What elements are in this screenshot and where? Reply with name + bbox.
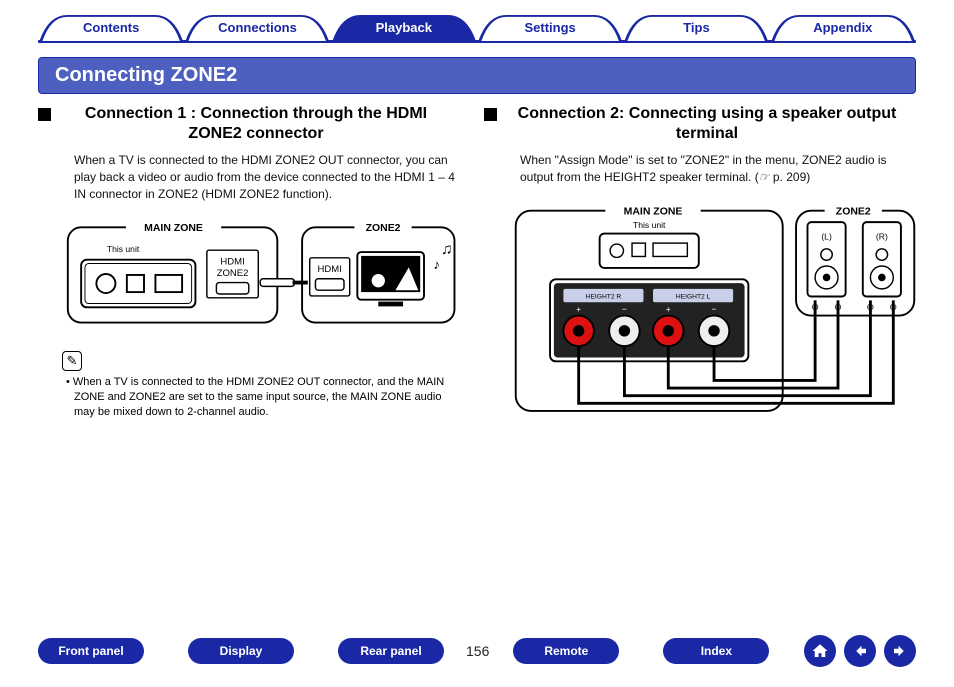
connection-1-note: When a TV is connected to the HDMI ZONE2…	[46, 373, 474, 420]
arrow-right-icon[interactable]	[884, 635, 916, 667]
svg-text:HDMI: HDMI	[318, 264, 342, 275]
tab-tips[interactable]: Tips	[623, 14, 769, 41]
tab-label: Appendix	[813, 20, 872, 35]
connection-2-body: When "Assign Mode" is set to "ZONE2" in …	[484, 152, 930, 187]
index-button[interactable]: Index	[663, 638, 769, 664]
connection-1-body: When a TV is connected to the HDMI ZONE2…	[38, 152, 474, 202]
svg-text:(R): (R)	[876, 231, 888, 241]
tab-settings[interactable]: Settings	[477, 14, 623, 41]
section-title: Connecting ZONE2	[38, 57, 916, 94]
tab-playback[interactable]: Playback	[331, 14, 477, 41]
svg-text:−: −	[622, 303, 627, 313]
main-zone-label: MAIN ZONE	[144, 224, 203, 235]
tab-connections[interactable]: Connections	[184, 14, 330, 41]
connection-1-heading: Connection 1 : Connection through the HD…	[38, 104, 474, 144]
bottom-nav: Front panel Display Rear panel 156 Remot…	[38, 635, 916, 667]
arrow-left-icon[interactable]	[844, 635, 876, 667]
svg-text:+: +	[576, 303, 581, 313]
zone2-label-2: ZONE2	[836, 206, 871, 217]
diagram-connection-1: MAIN ZONE ZONE2 This unit HDMI ZONE2	[64, 212, 464, 341]
column-connection-1: Connection 1 : Connection through the HD…	[38, 104, 474, 422]
top-nav: Contents Connections Playback Settings T…	[38, 14, 916, 41]
svg-text:♫: ♫	[441, 241, 452, 258]
page-ref-link[interactable]: p. 209	[773, 170, 806, 184]
remote-button[interactable]: Remote	[513, 638, 619, 664]
tab-label: Tips	[683, 20, 710, 35]
svg-text:(L): (L)	[821, 231, 832, 241]
this-unit-label-2: This unit	[633, 219, 666, 229]
rear-panel-button[interactable]: Rear panel	[338, 638, 444, 664]
svg-text:HDMI: HDMI	[220, 257, 244, 268]
pencil-icon: ✎	[62, 351, 82, 371]
display-button[interactable]: Display	[188, 638, 294, 664]
svg-text:HEIGHT2 L: HEIGHT2 L	[676, 293, 711, 300]
page-ref-icon: ☞	[759, 171, 770, 185]
connection-2-body-suffix: )	[806, 170, 810, 184]
connection-2-heading: Connection 2: Connecting using a speaker…	[484, 104, 930, 144]
svg-text:HEIGHT2 R: HEIGHT2 R	[586, 293, 622, 300]
page-number: 156	[466, 643, 489, 659]
tab-contents[interactable]: Contents	[38, 14, 184, 41]
this-unit-label: This unit	[107, 244, 140, 254]
svg-text:ZONE2: ZONE2	[217, 268, 249, 279]
diagram-connection-2: MAIN ZONE ZONE2 This unit HEIGHT2 R HEIG…	[510, 197, 920, 422]
speaker-right: (R) ⊖ ⊕	[863, 222, 901, 313]
tab-label: Connections	[218, 20, 297, 35]
svg-text:♪: ♪	[434, 258, 441, 273]
tab-label: Contents	[83, 20, 139, 35]
svg-text:+: +	[666, 303, 671, 313]
front-panel-button[interactable]: Front panel	[38, 638, 144, 664]
connection-2-body-text: When "Assign Mode" is set to "ZONE2" in …	[520, 153, 887, 184]
tab-appendix[interactable]: Appendix	[770, 14, 916, 41]
speaker-left: (L) ⊖ ⊕	[807, 222, 845, 313]
svg-text:−: −	[712, 303, 717, 313]
main-zone-label-2: MAIN ZONE	[624, 206, 683, 217]
column-connection-2: Connection 2: Connecting using a speaker…	[484, 104, 930, 422]
tab-label: Settings	[525, 20, 576, 35]
zone2-label: ZONE2	[366, 224, 401, 235]
home-icon[interactable]	[804, 635, 836, 667]
binding-post	[563, 315, 594, 346]
tab-label: Playback	[376, 20, 432, 35]
content-columns: Connection 1 : Connection through the HD…	[38, 104, 916, 422]
